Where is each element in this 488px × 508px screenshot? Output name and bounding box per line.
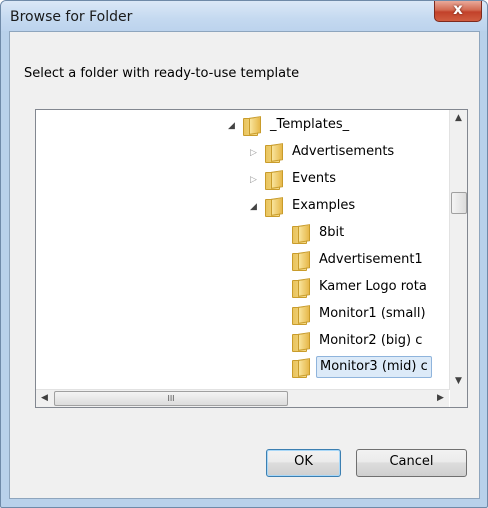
instructions-text: Select a folder with ready-to-use templa… bbox=[24, 66, 300, 81]
vertical-scroll-thumb[interactable] bbox=[451, 192, 467, 214]
window-title: Browse for Folder bbox=[10, 9, 133, 25]
collapse-arrow-icon[interactable]: ▷ bbox=[250, 142, 257, 164]
tree-item-events[interactable]: ▷ Events bbox=[250, 168, 339, 192]
tree-item-kamer-logo[interactable]: Kamer Logo rota bbox=[292, 276, 430, 300]
cancel-button[interactable]: Cancel bbox=[356, 449, 467, 477]
folder-tree[interactable]: ◢ _Templates_ ▷ Advertisements ▷ Events … bbox=[35, 109, 468, 408]
tree-item-label: Advertisements bbox=[292, 144, 395, 159]
folder-icon bbox=[292, 225, 310, 244]
tree-item-label: Kamer Logo rota bbox=[319, 279, 427, 294]
tree-item-label: Advertisement1 bbox=[319, 252, 423, 267]
tree-item-advertisements[interactable]: ▷ Advertisements bbox=[250, 141, 397, 165]
scroll-right-icon[interactable]: ▶ bbox=[432, 390, 449, 407]
folder-icon bbox=[292, 359, 310, 378]
horizontal-scroll-thumb[interactable]: III bbox=[54, 391, 288, 406]
vertical-scrollbar[interactable]: ▲ ▼ bbox=[449, 110, 467, 390]
title-bar[interactable]: Browse for Folder x bbox=[1, 1, 487, 31]
folder-icon bbox=[292, 252, 310, 271]
folder-icon bbox=[265, 171, 283, 190]
tree-item-label: Events bbox=[292, 171, 337, 186]
folder-icon bbox=[292, 279, 310, 298]
tree-item-label: Monitor2 (big) c bbox=[319, 333, 423, 348]
scroll-left-icon[interactable]: ◀ bbox=[36, 390, 53, 407]
scrollbar-corner bbox=[450, 390, 467, 407]
folder-icon bbox=[265, 144, 283, 163]
scroll-up-icon[interactable]: ▲ bbox=[450, 110, 467, 127]
tree-item-label: _Templates_ bbox=[270, 117, 350, 132]
ok-button[interactable]: OK bbox=[266, 449, 341, 477]
horizontal-scrollbar[interactable]: ◀ III ▶ bbox=[36, 389, 449, 407]
expand-arrow-icon[interactable]: ◢ bbox=[228, 115, 235, 137]
tree-item-8bit[interactable]: 8bit bbox=[292, 222, 347, 246]
collapse-arrow-icon[interactable]: ▷ bbox=[250, 169, 257, 191]
tree-item-monitor2[interactable]: Monitor2 (big) c bbox=[292, 330, 425, 354]
close-icon: x bbox=[453, 0, 463, 18]
folder-icon bbox=[243, 117, 261, 136]
tree-item-monitor1[interactable]: Monitor1 (small) bbox=[292, 303, 429, 327]
folder-icon bbox=[265, 198, 283, 217]
tree-item-label: Monitor1 (small) bbox=[319, 306, 426, 321]
expand-arrow-icon[interactable]: ◢ bbox=[250, 196, 257, 218]
grip-icon: III bbox=[167, 394, 175, 403]
tree-item-label: 8bit bbox=[319, 225, 345, 240]
tree-item-label: Monitor3 (mid) c bbox=[316, 356, 432, 378]
scroll-down-icon[interactable]: ▼ bbox=[450, 373, 467, 390]
tree-item-templates[interactable]: ◢ _Templates_ bbox=[228, 114, 352, 138]
tree-item-examples[interactable]: ◢ Examples bbox=[250, 195, 358, 219]
folder-icon bbox=[292, 333, 310, 352]
tree-item-advertisement1[interactable]: Advertisement1 bbox=[292, 249, 426, 273]
close-button[interactable]: x bbox=[434, 1, 482, 22]
folder-icon bbox=[292, 306, 310, 325]
tree-item-label: Examples bbox=[292, 198, 356, 213]
tree-item-monitor3[interactable]: Monitor3 (mid) c bbox=[290, 356, 432, 380]
